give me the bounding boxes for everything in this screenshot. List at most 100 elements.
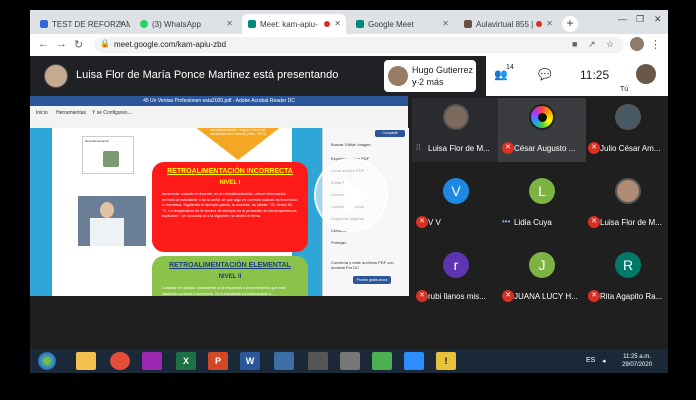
meet-icon — [248, 20, 256, 28]
windows-taskbar: X P W ! ES ◂ 11:25 a.m. 29/07/2020 — [30, 349, 668, 373]
avatar — [529, 104, 555, 130]
pdf-document-area: Retroalimentación retroalimentación, seg… — [30, 128, 322, 296]
aulavirtual-icon — [464, 20, 472, 28]
app-icon[interactable] — [372, 352, 392, 370]
thumbnail-image: Retroalimentación — [82, 136, 134, 174]
whatsapp-icon — [140, 20, 148, 28]
avatar — [615, 104, 641, 130]
mic-off-icon: ✕ — [502, 142, 514, 154]
app-icon[interactable] — [308, 352, 328, 370]
participant-tile[interactable]: R ✕ Rita Agapito Ra... — [584, 246, 668, 310]
participant-count: 14 — [506, 64, 514, 71]
recording-icon — [536, 21, 542, 27]
minimize-icon[interactable]: — — [618, 14, 627, 24]
avatar — [388, 66, 408, 86]
monitor-icon[interactable] — [274, 352, 294, 370]
tab-meet-active[interactable]: Meet: kam-apiu- ✕ — [242, 14, 346, 34]
avatar: r — [443, 252, 469, 278]
close-icon[interactable]: ✕ — [334, 19, 341, 28]
browser-tab-strip: TEST DE REFORZAMIE ✕ (3) WhatsApp ✕ Meet… — [30, 10, 668, 34]
mic-off-icon: ✕ — [588, 216, 600, 228]
avatar: J — [529, 252, 555, 278]
paint-icon[interactable] — [142, 352, 162, 370]
close-icon[interactable]: ✕ — [442, 19, 449, 28]
pdf-ribbon: Inicio Herramientas Y se Configures... — [30, 106, 408, 129]
play-overlay-icon[interactable] — [314, 158, 388, 232]
illustration-icon — [103, 151, 119, 167]
more-options-icon: ••• — [502, 217, 511, 226]
bookmark-star-icon[interactable]: ☆ — [606, 39, 614, 50]
profile-avatar[interactable] — [630, 37, 644, 51]
participant-tile[interactable]: ⁞⁞ Luisa Flor de M... — [412, 98, 500, 162]
chat-icon[interactable]: 💬 — [538, 68, 552, 81]
meet-icon — [356, 20, 364, 28]
mic-off-icon: ✕ — [588, 142, 600, 154]
teacher-photo — [78, 196, 146, 246]
mic-off-icon: ✕ — [588, 290, 600, 302]
participant-tile[interactable]: J ✕ JUANA LUCY H... — [498, 246, 586, 310]
address-toolbar: ← → ↻ 🔒 meet.google.com/kam-apiu-zbd ■ ↗… — [30, 34, 668, 57]
arrow-text: retroalimentación, según el nivel de des… — [210, 128, 266, 136]
participant-tile[interactable]: ✕ Luisa Flor de M... — [584, 172, 668, 236]
avatar: L — [529, 178, 555, 204]
new-tab-button[interactable]: + — [562, 16, 578, 32]
system-clock[interactable]: 11:25 a.m. 29/07/2020 — [622, 353, 652, 369]
forms-icon — [40, 20, 48, 28]
maximize-icon[interactable]: ❐ — [636, 14, 644, 25]
language-indicator[interactable]: ES — [586, 357, 595, 364]
avatar: V — [443, 178, 469, 204]
powerpoint-icon[interactable]: P — [208, 352, 228, 370]
avatar: R — [615, 252, 641, 278]
elemental-feedback-box: RETROALIMENTACIÓN ELEMENTAL NIVEL II Con… — [152, 256, 308, 296]
omnibox[interactable]: 🔒 meet.google.com/kam-apiu-zbd ■ ↗ ☆ — [94, 37, 624, 53]
pdf-page: Retroalimentación retroalimentación, seg… — [52, 128, 308, 296]
tab-aulavirtual[interactable]: Aulavirtual 855 | ✕ — [458, 14, 558, 34]
mic-off-icon: ✕ — [416, 290, 428, 302]
tab-test-reforzamiento[interactable]: TEST DE REFORZAMIE ✕ — [34, 14, 130, 34]
participant-tile[interactable]: r ✕ rubi llanos mis... — [412, 246, 500, 310]
reload-icon[interactable]: ↻ — [74, 38, 83, 51]
forward-icon[interactable]: → — [56, 38, 67, 50]
warning-icon[interactable]: ! — [436, 352, 456, 370]
volume-icon[interactable]: ◂ — [602, 357, 606, 365]
presenter-pill[interactable]: Hugo Gutierrez ... y 2 más — [384, 60, 476, 92]
close-window-icon[interactable]: ✕ — [654, 14, 662, 25]
participant-tile[interactable]: ✕ Julio César Am... — [584, 98, 668, 162]
lock-icon[interactable]: 🔒 — [100, 39, 110, 48]
menu-dots-icon[interactable]: ⋮ — [650, 38, 661, 51]
participant-tile[interactable]: L ••• Lidia Cuya — [498, 172, 586, 236]
screen-frame: TEST DE REFORZAMIE ✕ (3) WhatsApp ✕ Meet… — [30, 10, 668, 373]
self-avatar[interactable] — [636, 64, 656, 84]
incorrect-feedback-box: RETROALIMENTACIÓN INCORRECTA NIVEL I Inc… — [152, 162, 308, 252]
word-icon[interactable]: W — [240, 352, 260, 370]
participant-tile[interactable]: ✕ César Augusto ... — [498, 98, 586, 162]
mic-off-icon: ✕ — [416, 216, 428, 228]
share-icon[interactable]: ↗ — [588, 39, 596, 50]
pdf-window-title: 45 Un Ventas Profesionen esta2020.pdf - … — [30, 96, 408, 106]
meeting-clock: 11:25 — [580, 68, 610, 82]
close-icon[interactable]: ✕ — [226, 19, 233, 28]
meet-header: Luisa Flor de María Ponce Martinez está … — [30, 56, 668, 96]
avatar — [443, 104, 469, 130]
tab-whatsapp[interactable]: (3) WhatsApp ✕ — [134, 14, 238, 34]
recording-icon — [324, 21, 330, 27]
avatar — [44, 64, 68, 88]
calculator-icon[interactable] — [340, 352, 360, 370]
avatar — [615, 178, 641, 204]
close-icon[interactable]: ✕ — [546, 19, 553, 28]
chrome-icon[interactable] — [110, 352, 130, 370]
participant-tile[interactable]: V ✕ V V — [412, 172, 500, 236]
url-text[interactable]: meet.google.com/kam-apiu-zbd — [114, 40, 226, 49]
share-button[interactable]: Compartir — [375, 130, 405, 137]
camera-icon[interactable]: ■ — [572, 39, 577, 49]
tab-google-meet[interactable]: Google Meet ✕ — [350, 14, 454, 34]
try-free-button[interactable]: Pruebe gratis ahora — [353, 276, 391, 284]
file-explorer-icon[interactable] — [76, 352, 96, 370]
zoom-icon[interactable] — [404, 352, 424, 370]
excel-icon[interactable]: X — [176, 352, 196, 370]
close-icon[interactable]: ✕ — [118, 19, 125, 28]
back-icon[interactable]: ← — [38, 38, 49, 50]
mic-off-icon: ✕ — [502, 290, 514, 302]
speaking-indicator-icon: ⁞⁞ — [416, 143, 421, 152]
start-button[interactable] — [38, 352, 56, 370]
